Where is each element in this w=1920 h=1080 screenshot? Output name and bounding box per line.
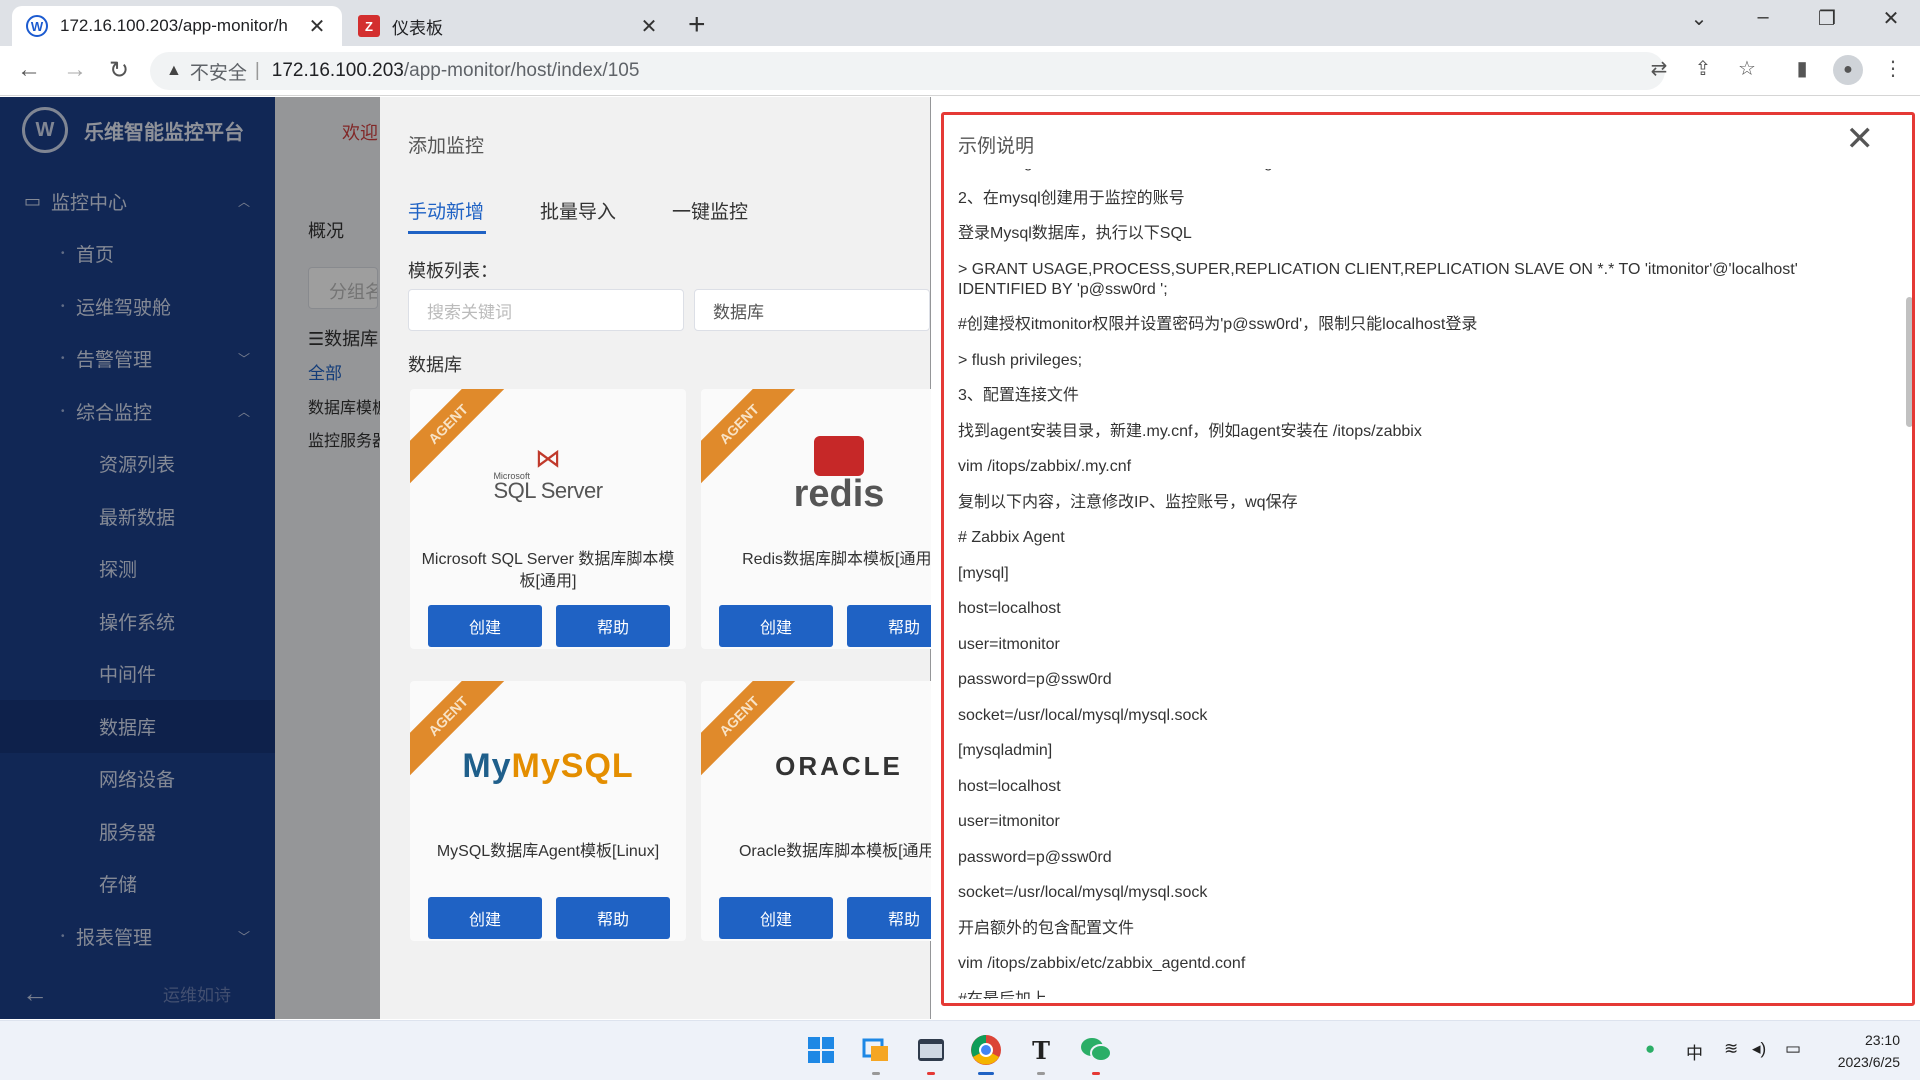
- browser-tab-bar: W 172.16.100.203/app-monitor/h ✕ Z 仪表板 ✕…: [0, 0, 1920, 46]
- template-card: AGENT ⋈ Microsoft SQL Server Microsoft S…: [410, 389, 686, 649]
- zabbix-favicon-icon: Z: [358, 15, 380, 37]
- help-button[interactable]: 帮助: [556, 605, 670, 647]
- tab-one-click[interactable]: 一键监控: [672, 197, 748, 224]
- terminal-app-icon[interactable]: [912, 1031, 950, 1075]
- insecure-label: 不安全: [189, 62, 247, 84]
- back-icon[interactable]: ←: [14, 56, 44, 84]
- volume-icon[interactable]: ◂): [1752, 1039, 1766, 1059]
- app-root: W 乐维智能监控平台 ▭ 监控中心 ︿ • 首页 • 运维驾驶舱 • 告警管理 …: [0, 97, 1920, 1019]
- battery-icon[interactable]: ▭: [1785, 1039, 1801, 1059]
- tab-manual-add[interactable]: 手动新增: [408, 197, 484, 224]
- close-icon[interactable]: ✕: [638, 14, 660, 39]
- chrome-icon[interactable]: [967, 1031, 1005, 1075]
- start-windows-icon[interactable]: [802, 1031, 840, 1069]
- create-button[interactable]: 创建: [428, 605, 542, 647]
- help-button[interactable]: 帮助: [556, 897, 670, 939]
- ime-indicator[interactable]: 中: [1686, 1039, 1703, 1064]
- create-button[interactable]: 创建: [428, 897, 542, 939]
- category-select[interactable]: 数据库: [694, 289, 930, 331]
- logo-text: redis: [793, 473, 885, 515]
- app-manager-icon[interactable]: [857, 1031, 895, 1075]
- forward-icon[interactable]: →: [60, 56, 90, 84]
- more-menu-icon[interactable]: ⋮: [1878, 56, 1908, 81]
- translate-icon[interactable]: ⇄: [1644, 56, 1674, 81]
- logo-text: ORACLE: [775, 750, 903, 781]
- logo-text: MySQL: [511, 746, 634, 785]
- template-name: MySQL数据库Agent模板[Linux]: [436, 843, 660, 860]
- system-clock[interactable]: 23:10 2023/6/25: [1820, 1029, 1900, 1073]
- tab-batch-import[interactable]: 批量导入: [540, 197, 616, 224]
- active-tab-indicator: [408, 231, 486, 234]
- highlight-frame: [941, 112, 1915, 1006]
- wechat-icon[interactable]: [1077, 1031, 1115, 1075]
- bookmark-star-icon[interactable]: ☆: [1732, 56, 1762, 81]
- create-button[interactable]: 创建: [719, 605, 833, 647]
- typora-icon[interactable]: T: [1022, 1031, 1060, 1075]
- sqlserver-logo-icon: ⋈ Microsoft SQL Server: [493, 442, 603, 503]
- section-title: 数据库: [408, 355, 462, 375]
- clock-date: 2023/6/25: [1837, 1054, 1900, 1070]
- tab-dashboard[interactable]: Z 仪表板 ✕: [344, 6, 674, 46]
- example-panel: 示例说明 ✕ 1、安装agent，略。参考Linux\windows的agent…: [931, 97, 1920, 1019]
- template-name: Oracle数据库脚本模板[通用]: [738, 843, 940, 860]
- new-tab-button[interactable]: +: [688, 8, 706, 42]
- clock-time: 23:10: [1864, 1032, 1900, 1048]
- mysql-logo-icon: MyMySQL: [462, 746, 634, 785]
- wechat-tray-icon[interactable]: ●: [1645, 1039, 1655, 1059]
- template-name: Microsoft SQL Server 数据库脚本模板[通用]: [421, 551, 675, 590]
- url-host: 172.16.100.203: [271, 60, 404, 81]
- address-toolbar: ← → ↻ ▲ 不安全 | 172.16.100.203/app-monitor…: [0, 46, 1920, 96]
- add-monitor-drawer: 添加监控 手动新增 批量导入 一键监控 模板列表： 搜索关键词 数据库 数据库 …: [380, 97, 977, 1019]
- url-bar[interactable]: ▲ 不安全 | 172.16.100.203/app-monitor/host/…: [150, 52, 1665, 90]
- taskbar: T ● 中 ≋ ◂) ▭ 23:10 2023/6/25: [0, 1020, 1920, 1080]
- tab-search-chevron-icon[interactable]: ⌄: [1684, 6, 1714, 31]
- wifi-icon[interactable]: ≋: [1724, 1039, 1738, 1059]
- warning-icon: ▲: [166, 62, 182, 79]
- window-close-button[interactable]: ✕: [1876, 6, 1906, 31]
- minimize-button[interactable]: –: [1748, 6, 1778, 29]
- close-icon[interactable]: ✕: [306, 14, 328, 39]
- profile-avatar[interactable]: ●: [1833, 55, 1863, 85]
- template-card: AGENT MyMySQL MySQL数据库Agent模板[Linux] 创建 …: [410, 681, 686, 941]
- tab-app-monitor[interactable]: W 172.16.100.203/app-monitor/h ✕: [12, 6, 342, 46]
- share-icon[interactable]: ⇪: [1688, 56, 1718, 81]
- search-input[interactable]: 搜索关键词: [408, 289, 684, 331]
- create-button[interactable]: 创建: [719, 897, 833, 939]
- side-panel-icon[interactable]: ▮: [1787, 56, 1817, 81]
- restore-button[interactable]: ❐: [1812, 6, 1842, 31]
- app-favicon-icon: W: [26, 15, 48, 37]
- divider: |: [254, 60, 260, 81]
- tab-title: 172.16.100.203/app-monitor/h: [60, 16, 288, 35]
- template-name: Redis数据库脚本模板[通用]: [742, 551, 936, 568]
- tab-title: 仪表板: [392, 18, 443, 38]
- reload-icon[interactable]: ↻: [104, 56, 134, 85]
- template-list-label: 模板列表：: [408, 261, 498, 281]
- drawer-title: 添加监控: [408, 136, 485, 157]
- logo-text: SQL Server: [493, 477, 603, 503]
- url-path: /app-monitor/host/index/105: [403, 60, 640, 81]
